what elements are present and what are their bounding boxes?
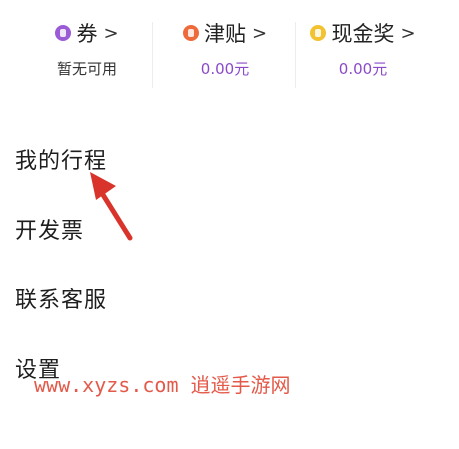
- subsidy-stat[interactable]: 津贴 > 0.00元: [150, 18, 300, 80]
- chevron-right-icon: >: [400, 22, 416, 44]
- watermark: www.xyzs.com 逍遥手游网: [34, 373, 291, 397]
- subsidy-value: 0.00元: [200, 60, 250, 78]
- rewards-summary: 券 > 暂无可用 津贴 > 0.00元 现金奖 > 0.00元: [0, 0, 459, 112]
- annotation-arrow-icon: [90, 172, 133, 241]
- chevron-right-icon: >: [103, 22, 119, 44]
- cash-reward-value: 0.00元: [338, 60, 388, 78]
- coupon-stat[interactable]: 券 > 暂无可用: [12, 18, 162, 80]
- cash-reward-stat[interactable]: 现金奖 > 0.00元: [288, 18, 438, 80]
- menu-item-customer-service[interactable]: 联系客服: [15, 282, 107, 314]
- coupon-label: 券: [76, 22, 98, 46]
- menu-item-invoice[interactable]: 开发票: [15, 213, 84, 245]
- cash-reward-icon: [310, 25, 327, 41]
- coupon-value: 暂无可用: [56, 60, 117, 78]
- subsidy-icon: [182, 25, 199, 41]
- cash-reward-title: 现金奖 >: [310, 18, 416, 48]
- cash-reward-label: 现金奖: [331, 22, 395, 46]
- coupon-title: 券 >: [55, 18, 119, 48]
- subsidy-title: 津贴 >: [182, 18, 268, 48]
- coupon-icon: [55, 25, 72, 41]
- subsidy-label: 津贴: [203, 22, 246, 46]
- chevron-right-icon: >: [251, 22, 268, 44]
